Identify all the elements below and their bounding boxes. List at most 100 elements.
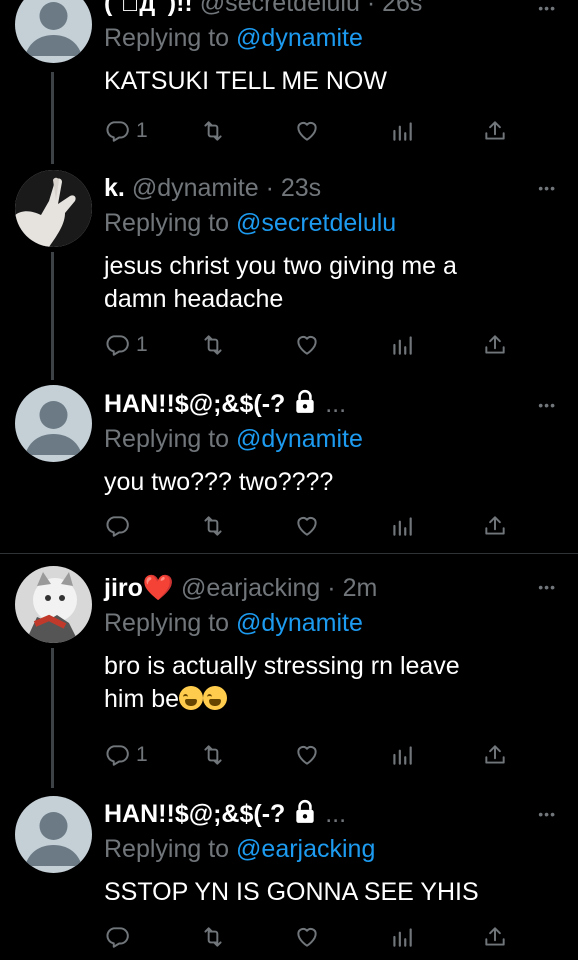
avatar-image <box>15 566 92 643</box>
like-icon <box>294 118 320 144</box>
replying-to-label: Replying to <box>104 609 230 637</box>
display-name[interactable]: (´ﾟдﾟ)!! <box>104 0 193 17</box>
tweet-text-line: him be <box>104 683 538 716</box>
analytics-icon <box>389 513 415 539</box>
separator-dot: · <box>327 574 336 602</box>
share-icon <box>482 513 508 539</box>
tweet[interactable]: (´ﾟдﾟ)!! @secretdelulu · 26s Replying to… <box>0 0 578 170</box>
reply-to-link[interactable]: @dynamite <box>236 609 363 637</box>
avatar-image <box>15 170 92 247</box>
share-button[interactable] <box>482 513 508 539</box>
action-bar: 1 <box>104 742 504 774</box>
tweet-text-line: bro is actually stressing rn leave <box>104 652 460 680</box>
display-name[interactable]: HAN!!$@;&$(-? <box>104 800 285 828</box>
handle[interactable]: @secretdelulu <box>200 0 360 17</box>
tweet[interactable]: HAN!!$@;&$(-? ... Replying to @earjackin… <box>0 790 578 960</box>
like-button[interactable] <box>294 332 320 358</box>
default-avatar-icon <box>15 796 92 873</box>
avatar[interactable] <box>15 385 92 462</box>
timestamp[interactable]: 2m <box>343 574 378 602</box>
tweet-text: SSTOP YN IS GONNA SEE YHIS <box>104 878 479 906</box>
reply-icon <box>104 118 130 144</box>
avatar[interactable] <box>15 0 92 63</box>
reply-button[interactable] <box>104 924 130 950</box>
share-button[interactable] <box>482 118 508 144</box>
more-icon[interactable]: ••• <box>538 806 556 822</box>
retweet-button[interactable] <box>200 742 226 768</box>
retweet-button[interactable] <box>200 118 226 144</box>
reply-icon <box>104 513 130 539</box>
retweet-button[interactable] <box>200 924 226 950</box>
analytics-button[interactable] <box>389 118 415 144</box>
share-icon <box>482 332 508 358</box>
display-name[interactable]: HAN!!$@;&$(-? <box>104 390 285 418</box>
analytics-button[interactable] <box>389 513 415 539</box>
like-button[interactable] <box>294 118 320 144</box>
tweet-header: HAN!!$@;&$(-? ... <box>104 389 538 419</box>
tweet-text: jesus christ you two giving me a damn he… <box>104 250 538 316</box>
retweet-icon <box>200 118 226 144</box>
header-truncation: ... <box>325 800 347 828</box>
more-icon[interactable]: ••• <box>538 180 556 196</box>
avatar[interactable] <box>15 796 92 873</box>
reply-button[interactable]: 1 <box>104 742 148 768</box>
tweet[interactable]: jiro❤️ @earjacking · 2m Replying to @dyn… <box>0 554 578 790</box>
tweet[interactable]: k. @dynamite · 23s Replying to @secretde… <box>0 170 578 385</box>
default-avatar-icon <box>15 385 92 462</box>
replying-to-label: Replying to <box>104 209 230 237</box>
reply-to-link[interactable]: @dynamite <box>236 425 363 453</box>
retweet-button[interactable] <box>200 513 226 539</box>
retweet-icon <box>200 742 226 768</box>
handle[interactable]: @dynamite <box>132 174 259 202</box>
more-icon[interactable]: ••• <box>538 397 556 413</box>
reply-to-link[interactable]: @dynamite <box>236 24 363 52</box>
retweet-icon <box>200 513 226 539</box>
share-icon <box>482 924 508 950</box>
reply-to-link[interactable]: @earjacking <box>236 835 375 863</box>
like-button[interactable] <box>294 513 320 539</box>
more-icon[interactable]: ••• <box>538 579 556 595</box>
analytics-button[interactable] <box>389 332 415 358</box>
reply-icon <box>104 742 130 768</box>
avatar[interactable] <box>15 170 92 247</box>
tweet-header: (´ﾟдﾟ)!! @secretdelulu · 26s <box>104 0 538 18</box>
reply-count: 1 <box>136 743 148 766</box>
share-icon <box>482 742 508 768</box>
display-name[interactable]: jiro <box>104 574 143 602</box>
timestamp[interactable]: 23s <box>281 174 321 202</box>
reply-context: Replying to @earjacking <box>104 834 538 864</box>
reply-button[interactable] <box>104 513 130 539</box>
handle[interactable]: @earjacking <box>181 574 320 602</box>
avatar[interactable] <box>15 566 92 643</box>
retweet-icon <box>200 332 226 358</box>
tweet-text: KATSUKI TELL ME NOW <box>104 67 387 95</box>
timestamp[interactable]: 26s <box>382 0 422 17</box>
reply-button[interactable]: 1 <box>104 332 148 358</box>
reply-count: 1 <box>136 119 148 142</box>
analytics-button[interactable] <box>389 742 415 768</box>
lock-icon <box>292 799 318 825</box>
share-button[interactable] <box>482 742 508 768</box>
display-name[interactable]: k. <box>104 174 125 202</box>
analytics-button[interactable] <box>389 924 415 950</box>
like-button[interactable] <box>294 924 320 950</box>
reply-button[interactable]: 1 <box>104 118 148 144</box>
tweet-header: k. @dynamite · 23s <box>104 173 538 203</box>
like-button[interactable] <box>294 742 320 768</box>
tweet-text-line: damn headache <box>104 285 284 313</box>
reply-context: Replying to @dynamite <box>104 23 538 53</box>
reply-count: 1 <box>136 333 148 356</box>
crying-emoji-icon <box>203 686 228 710</box>
default-avatar-icon <box>15 0 92 63</box>
share-button[interactable] <box>482 924 508 950</box>
tweet[interactable]: HAN!!$@;&$(-? ... Replying to @dynamite … <box>0 385 578 553</box>
reply-to-link[interactable]: @secretdelulu <box>236 209 396 237</box>
share-button[interactable] <box>482 332 508 358</box>
retweet-icon <box>200 924 226 950</box>
share-icon <box>482 118 508 144</box>
retweet-button[interactable] <box>200 332 226 358</box>
action-bar <box>104 924 504 956</box>
analytics-icon <box>389 118 415 144</box>
more-icon[interactable]: ••• <box>538 0 556 16</box>
action-bar <box>104 513 504 545</box>
